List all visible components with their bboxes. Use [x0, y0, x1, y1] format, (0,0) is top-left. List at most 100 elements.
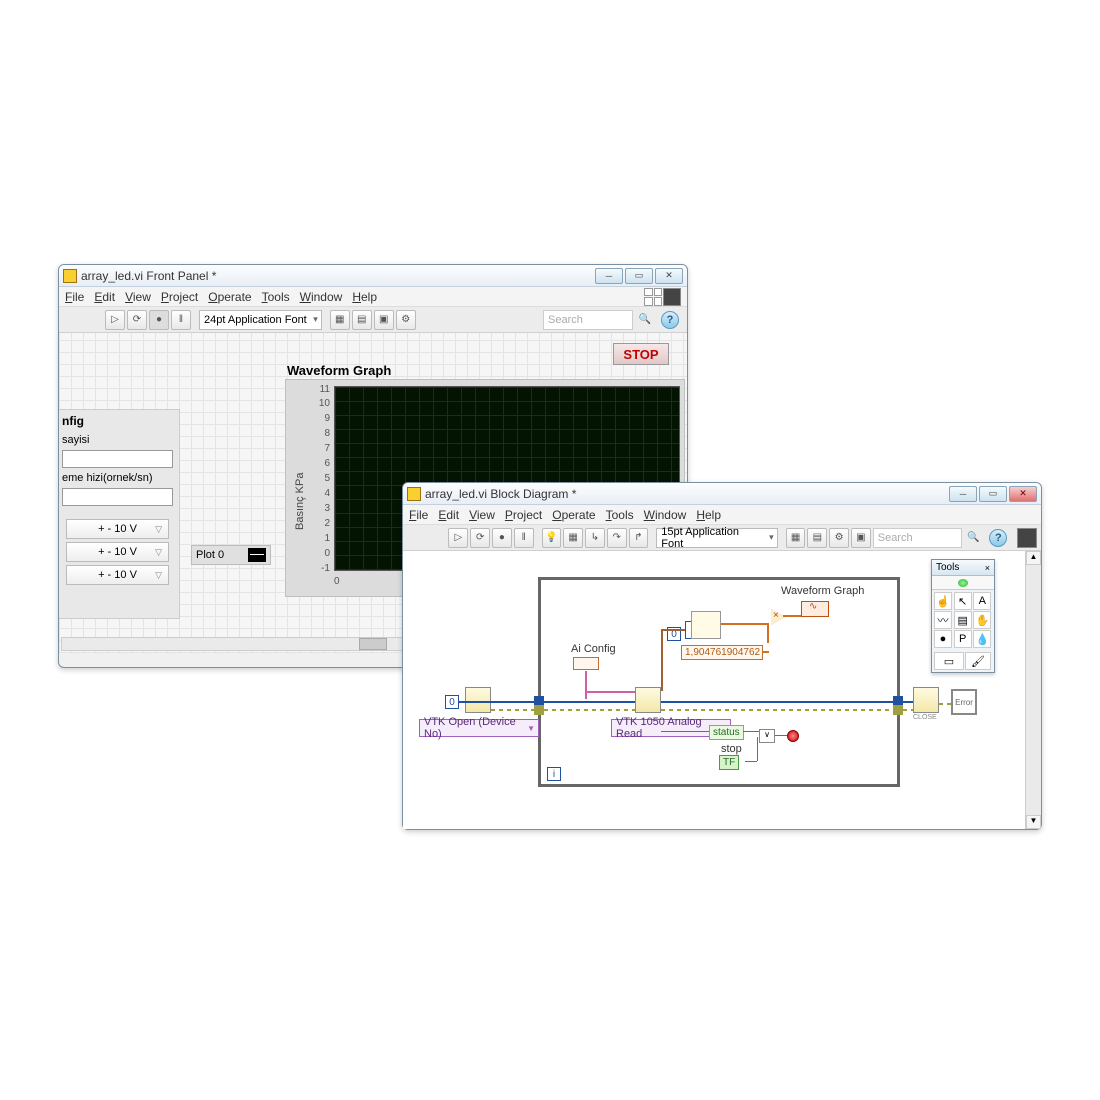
config-cluster[interactable]: nfig sayisi eme hizi(ornek/sn) + - 10 V … — [59, 409, 180, 619]
menu-view[interactable]: View — [469, 508, 495, 522]
maximize-button[interactable]: ▭ — [979, 486, 1007, 502]
minimize-button[interactable]: ─ — [949, 486, 977, 502]
build-waveform-node[interactable] — [691, 611, 721, 639]
menu-project[interactable]: Project — [505, 508, 542, 522]
abort-button[interactable]: ● — [149, 310, 169, 330]
vi-icon[interactable] — [663, 288, 681, 306]
block-diagram-workarea[interactable]: i 0 VTK Open (Device No) Ai Config VTK 1… — [403, 551, 1025, 829]
waveform-graph-terminal[interactable] — [801, 601, 829, 617]
multiply-node[interactable] — [771, 609, 785, 625]
config-numeric-1[interactable] — [62, 450, 173, 468]
position-tool-icon[interactable]: ↖ — [954, 592, 972, 610]
menu-file[interactable]: File — [409, 508, 428, 522]
loop-iteration-terminal[interactable]: i — [547, 767, 561, 781]
vi-icon[interactable] — [1017, 528, 1037, 548]
menu-operate[interactable]: Operate — [552, 508, 595, 522]
menu-view[interactable]: View — [125, 290, 151, 304]
tools-palette[interactable]: Tools × ☝ ↖ A 〰 ▤ ✋ ● P 💧 — [931, 559, 995, 673]
vtk-analog-read-node[interactable] — [635, 687, 661, 713]
plot-legend[interactable]: Plot 0 — [191, 545, 271, 565]
unbundle-status[interactable]: status — [709, 725, 744, 740]
color-copy-tool-icon[interactable]: 💧 — [973, 630, 991, 648]
run-button[interactable]: ▷ — [448, 528, 468, 548]
run-continuous-button[interactable]: ⟳ — [127, 310, 147, 330]
menu-project[interactable]: Project — [161, 290, 198, 304]
search-input[interactable]: Search — [873, 528, 962, 548]
resize-button[interactable]: ▣ — [374, 310, 394, 330]
legend-swatch[interactable] — [248, 548, 266, 562]
menu-tools[interactable]: Tools — [606, 508, 634, 522]
highlight-exec-button[interactable]: 💡 — [542, 528, 562, 548]
stop-button[interactable]: STOP — [613, 343, 669, 365]
vertical-scrollbar[interactable]: ▲ ▼ — [1025, 551, 1041, 829]
step-out-button[interactable]: ↱ — [629, 528, 649, 548]
abort-button[interactable]: ● — [492, 528, 512, 548]
stop-control[interactable]: TF — [719, 755, 739, 770]
maximize-button[interactable]: ▭ — [625, 268, 653, 284]
scroll-tool-icon[interactable]: ✋ — [973, 611, 991, 629]
block-diagram-titlebar[interactable]: array_led.vi Block Diagram * ─ ▭ ✕ — [403, 483, 1041, 505]
probe-tool-icon[interactable]: P — [954, 630, 972, 648]
autotool-toggle[interactable] — [932, 576, 994, 590]
distribute-button[interactable]: ▤ — [807, 528, 827, 548]
close-button[interactable]: ✕ — [655, 268, 683, 284]
color-tool-brush-icon[interactable]: 🖌 — [965, 652, 991, 670]
font-selector[interactable]: 15pt Application Font — [656, 528, 777, 548]
align-button[interactable]: ▦ — [330, 310, 350, 330]
reorder-button[interactable]: ▣ — [851, 528, 871, 548]
search-input[interactable]: Search — [543, 310, 633, 330]
distribute-button[interactable]: ▤ — [352, 310, 372, 330]
text-tool-icon[interactable]: A — [973, 592, 991, 610]
color-tool-fg[interactable]: ▭ — [934, 652, 964, 670]
front-panel-titlebar[interactable]: array_led.vi Front Panel * ─ ▭ ✕ — [59, 265, 687, 287]
menu-window[interactable]: Window — [644, 508, 687, 522]
ai-config-control[interactable] — [573, 657, 599, 670]
loop-condition-terminal[interactable] — [787, 730, 799, 742]
range-selector-3[interactable]: + - 10 V — [66, 565, 169, 585]
breakpoint-tool-icon[interactable]: ● — [934, 630, 952, 648]
menu-file[interactable]: File — [65, 290, 84, 304]
reorder-button[interactable]: ⚙ — [396, 310, 416, 330]
minimize-button[interactable]: ─ — [595, 268, 623, 284]
vtk-close-node[interactable] — [913, 687, 939, 713]
palette-close-icon[interactable]: × — [985, 563, 990, 573]
or-node[interactable]: ∨ — [759, 729, 775, 743]
numeric-constant[interactable]: 1,904761904762 — [681, 645, 763, 660]
run-continuous-button[interactable]: ⟳ — [470, 528, 490, 548]
pause-button[interactable]: ‖ — [171, 310, 191, 330]
scroll-down-icon[interactable]: ▼ — [1026, 815, 1041, 829]
search-icon[interactable]: 🔍 — [635, 310, 655, 330]
close-button[interactable]: ✕ — [1009, 486, 1037, 502]
wiring-tool-icon[interactable]: 〰 — [934, 611, 952, 629]
operate-tool-icon[interactable]: ☝ — [934, 592, 952, 610]
error-handler[interactable]: Error — [951, 689, 977, 715]
step-into-button[interactable]: ↳ — [585, 528, 605, 548]
menu-help[interactable]: Help — [352, 290, 377, 304]
connector-pane-icon[interactable] — [644, 288, 662, 306]
menu-window[interactable]: Window — [300, 290, 343, 304]
range-selector-1[interactable]: + - 10 V — [66, 519, 169, 539]
menu-tools[interactable]: Tools — [262, 290, 290, 304]
align-button[interactable]: ▦ — [786, 528, 806, 548]
vtk-open-node[interactable] — [465, 687, 491, 713]
scrollbar-thumb[interactable] — [359, 638, 387, 650]
search-icon[interactable]: 🔍 — [964, 528, 984, 548]
numeric-constant-0[interactable]: 0 — [445, 695, 459, 709]
step-over-button[interactable]: ↷ — [607, 528, 627, 548]
shortcut-tool-icon[interactable]: ▤ — [954, 611, 972, 629]
pause-button[interactable]: ‖ — [514, 528, 534, 548]
help-button[interactable]: ? — [661, 311, 679, 329]
menu-edit[interactable]: Edit — [438, 508, 459, 522]
menu-help[interactable]: Help — [696, 508, 721, 522]
scroll-up-icon[interactable]: ▲ — [1026, 551, 1041, 565]
retain-button[interactable]: ▦ — [563, 528, 583, 548]
menu-operate[interactable]: Operate — [208, 290, 251, 304]
range-selector-2[interactable]: + - 10 V — [66, 542, 169, 562]
run-button[interactable]: ▷ — [105, 310, 125, 330]
menu-edit[interactable]: Edit — [94, 290, 115, 304]
font-selector[interactable]: 24pt Application Font — [199, 310, 322, 330]
cleanup-button[interactable]: ⚙ — [829, 528, 849, 548]
help-button[interactable]: ? — [989, 529, 1007, 547]
config-numeric-2[interactable] — [62, 488, 173, 506]
vtk-open-selector[interactable]: VTK Open (Device No) — [419, 719, 539, 737]
